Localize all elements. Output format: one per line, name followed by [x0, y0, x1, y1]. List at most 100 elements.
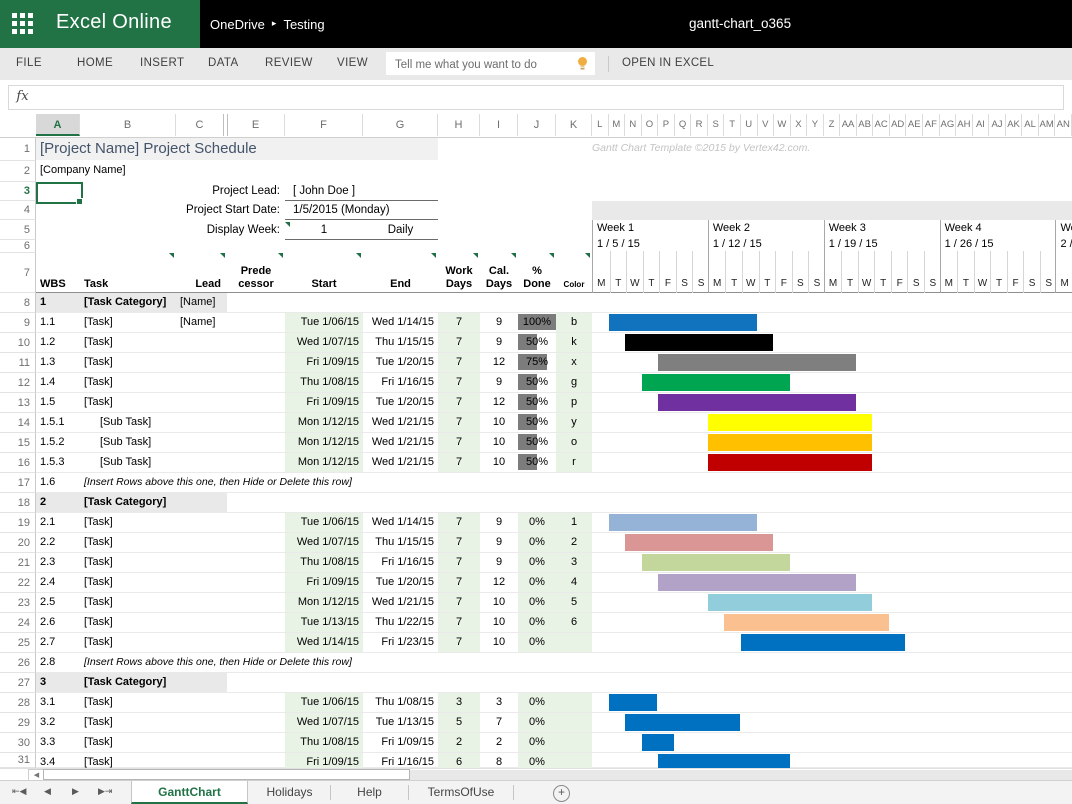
cell-task[interactable]: [Task] [84, 633, 204, 652]
cell-cal-days[interactable]: 8 [480, 753, 518, 768]
cell-work-days[interactable]: 7 [438, 513, 480, 532]
cell-work-days[interactable]: 7 [438, 593, 480, 612]
cell-wbs[interactable]: 1.5.2 [40, 433, 80, 452]
column-header-R[interactable]: R [691, 114, 708, 136]
cell-start[interactable]: Tue 1/13/15 [285, 613, 363, 632]
cell-pct-done[interactable]: 0% [518, 713, 556, 732]
cell-end[interactable]: Tue 1/20/15 [363, 573, 438, 592]
column-header-AN[interactable]: AN [1055, 114, 1072, 136]
row-header-17[interactable]: 17 [0, 473, 36, 493]
column-header-AK[interactable]: AK [1006, 114, 1023, 136]
row-header-11[interactable]: 11 [0, 353, 36, 373]
cell-task[interactable]: [Insert Rows above this one, then Hide o… [84, 653, 404, 672]
cell-pct-done[interactable]: 50% [518, 413, 556, 432]
column-header-V[interactable]: V [758, 114, 775, 136]
cell-wbs[interactable]: 3.1 [40, 693, 80, 712]
column-header-J[interactable]: J [518, 114, 556, 136]
app-launcher-icon[interactable] [12, 13, 34, 35]
cell-task[interactable]: [Task] [84, 713, 204, 732]
cell-task[interactable]: [Sub Task] [100, 453, 220, 472]
cell-color-code[interactable] [556, 713, 592, 732]
cell-start[interactable]: Thu 1/08/15 [285, 733, 363, 752]
cell-color-code[interactable]: g [556, 373, 592, 392]
cell-start[interactable]: Thu 1/08/15 [285, 373, 363, 392]
formula-input[interactable] [35, 85, 1064, 110]
cell-cal-days[interactable]: 9 [480, 313, 518, 332]
cell-pct-done[interactable]: 0% [518, 533, 556, 552]
cell-task[interactable]: [Sub Task] [100, 413, 220, 432]
row-header-23[interactable]: 23 [0, 593, 36, 613]
cell-pct-done[interactable]: 0% [518, 733, 556, 752]
cell-cal-days[interactable]: 10 [480, 593, 518, 612]
column-header-Q[interactable]: Q [675, 114, 692, 136]
cell-color-code[interactable]: 1 [556, 513, 592, 532]
cell-wbs[interactable]: 2.8 [40, 653, 80, 672]
cell-wbs[interactable]: 1.4 [40, 373, 80, 392]
cell-end[interactable]: Wed 1/21/15 [363, 593, 438, 612]
cell-task[interactable]: [Task] [84, 733, 204, 752]
cell-start[interactable]: Tue 1/06/15 [285, 313, 363, 332]
cell-cal-days[interactable]: 12 [480, 393, 518, 412]
row-header-28[interactable]: 28 [0, 693, 36, 713]
cell-pct-done[interactable]: 50% [518, 433, 556, 452]
row-header-27[interactable]: 27 [0, 673, 36, 693]
cell-task[interactable]: [Task] [84, 693, 204, 712]
cell-task[interactable]: [Task Category] [84, 673, 204, 692]
column-header-AF[interactable]: AF [923, 114, 940, 136]
cell-end[interactable]: Fri 1/09/15 [363, 733, 438, 752]
column-header-P[interactable]: P [658, 114, 675, 136]
project-title[interactable]: [Project Name] Project Schedule [40, 140, 257, 157]
column-header-K[interactable]: K [556, 114, 592, 136]
cell-wbs[interactable]: 2.2 [40, 533, 80, 552]
project-start-date-value[interactable]: 1/5/2015 (Monday) [293, 204, 390, 216]
cell-wbs[interactable]: 1.5 [40, 393, 80, 412]
row-header-1[interactable]: 1 [0, 138, 36, 161]
cell-wbs[interactable]: 2.5 [40, 593, 80, 612]
cell-work-days[interactable]: 7 [438, 333, 480, 352]
cell-end[interactable]: Wed 1/14/15 [363, 513, 438, 532]
row-header-29[interactable]: 29 [0, 713, 36, 733]
cell-start[interactable]: Mon 1/12/15 [285, 433, 363, 452]
row-header-3[interactable]: 3 [0, 182, 36, 201]
menu-view[interactable]: VIEW [337, 57, 368, 69]
prev-sheet-icon[interactable]: ◀ [44, 786, 51, 797]
column-header-Y[interactable]: Y [807, 114, 824, 136]
cell-color-code[interactable] [556, 693, 592, 712]
cell-color-code[interactable]: y [556, 413, 592, 432]
display-week-unit[interactable]: Daily [363, 224, 438, 236]
cell-wbs[interactable]: 2 [40, 493, 80, 512]
cell-task[interactable]: [Task] [84, 353, 204, 372]
column-header-I[interactable]: I [480, 114, 518, 136]
cell-work-days[interactable]: 7 [438, 413, 480, 432]
cell-wbs[interactable]: 1.1 [40, 313, 80, 332]
column-header-AL[interactable]: AL [1022, 114, 1039, 136]
company-name[interactable]: [Company Name] [40, 164, 126, 176]
cell-end[interactable]: Wed 1/21/15 [363, 413, 438, 432]
cell-start[interactable]: Wed 1/14/15 [285, 633, 363, 652]
cell-start[interactable]: Thu 1/08/15 [285, 553, 363, 572]
row-header-2[interactable]: 2 [0, 161, 36, 182]
cell-color-code[interactable]: 2 [556, 533, 592, 552]
cell-start[interactable]: Wed 1/07/15 [285, 333, 363, 352]
cell-lead[interactable]: [Name] [180, 293, 226, 312]
column-header-O[interactable]: O [642, 114, 659, 136]
column-header-H[interactable]: H [438, 114, 480, 136]
cell-color-code[interactable]: 6 [556, 613, 592, 632]
cell-pct-done[interactable]: 50% [518, 393, 556, 412]
row-header-22[interactable]: 22 [0, 573, 36, 593]
cell-end[interactable]: Fri 1/16/15 [363, 553, 438, 572]
cell-color-code[interactable]: o [556, 433, 592, 452]
row-header-20[interactable]: 20 [0, 533, 36, 553]
cell-work-days[interactable]: 7 [438, 433, 480, 452]
cell-wbs[interactable]: 3.2 [40, 713, 80, 732]
cell-task[interactable]: [Task Category] [84, 493, 204, 512]
cell-work-days[interactable]: 7 [438, 633, 480, 652]
cell-work-days[interactable]: 7 [438, 453, 480, 472]
row-header-14[interactable]: 14 [0, 413, 36, 433]
cell-end[interactable]: Fri 1/23/15 [363, 633, 438, 652]
row-header-10[interactable]: 10 [0, 333, 36, 353]
cell-color-code[interactable] [556, 753, 592, 768]
menu-insert[interactable]: INSERT [140, 57, 184, 69]
tab-ganttchart[interactable]: GanttChart [131, 781, 248, 804]
cell-wbs[interactable]: 1.3 [40, 353, 80, 372]
